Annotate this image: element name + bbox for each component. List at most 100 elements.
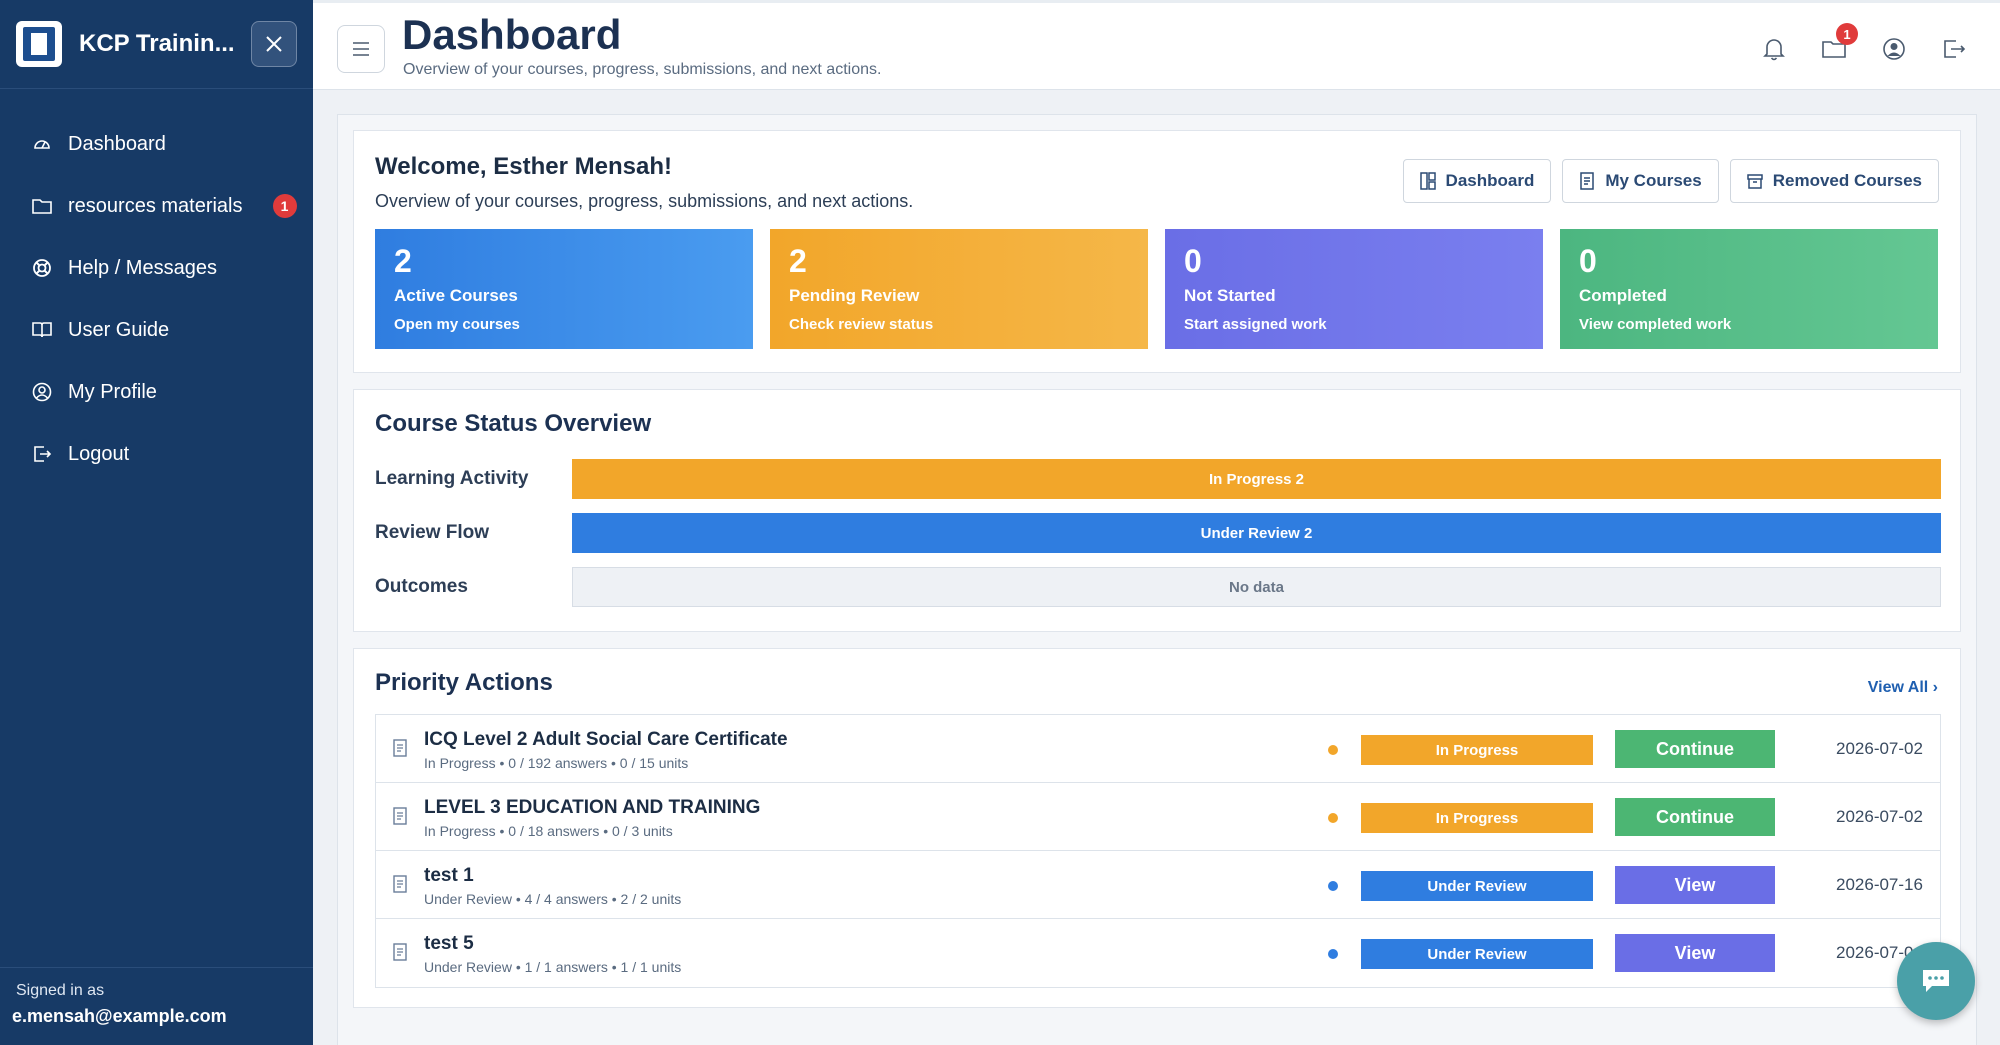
page-title: Dashboard xyxy=(402,11,622,58)
document-icon xyxy=(393,875,407,893)
status-dot xyxy=(1328,745,1338,755)
chat-button[interactable] xyxy=(1897,942,1975,1020)
sidebar-item-label: User Guide xyxy=(68,318,170,341)
course-meta: In Progress • 0 / 18 answers • 0 / 3 uni… xyxy=(424,823,673,839)
user-email: e.mensah@example.com xyxy=(12,1006,227,1026)
document-icon xyxy=(393,807,407,825)
course-meta: Under Review • 4 / 4 answers • 2 / 2 uni… xyxy=(424,891,682,907)
stat-cards: 2 Active Courses Open my courses 2 Pendi… xyxy=(375,229,1938,349)
stat-value: 2 xyxy=(789,243,807,279)
view-button[interactable]: View xyxy=(1615,934,1775,972)
sidebar-item-label: Dashboard xyxy=(68,132,166,155)
row-label: Review Flow xyxy=(375,522,490,543)
stat-link: Start assigned work xyxy=(1184,316,1327,333)
button-label: Dashboard xyxy=(1445,171,1535,190)
status-dot xyxy=(1328,813,1338,823)
status-bar: In Progress 2 xyxy=(572,459,1941,499)
profile-button[interactable] xyxy=(1878,31,1910,67)
status-bar: No data xyxy=(572,567,1941,607)
removed-courses-button[interactable]: Removed Courses xyxy=(1729,159,1939,203)
sidebar-item-user-guide[interactable]: User Guide xyxy=(0,299,313,361)
due-date: 2026-07-02 xyxy=(1836,739,1923,758)
course-status-card: Course Status Overview Learning Activity… xyxy=(353,389,1961,632)
stat-title: Not Started xyxy=(1184,286,1276,305)
stat-title: Completed xyxy=(1579,286,1667,305)
status-bar: Under Review 2 xyxy=(572,513,1941,553)
list-item: test 5 Under Review • 1 / 1 answers • 1 … xyxy=(376,919,1940,987)
chat-icon xyxy=(1923,970,1949,992)
course-title[interactable]: test 1 xyxy=(424,865,474,887)
course-title[interactable]: ICQ Level 2 Adult Social Care Certificat… xyxy=(424,729,788,751)
status-badge: In Progress xyxy=(1361,735,1593,765)
welcome-subtitle: Overview of your courses, progress, subm… xyxy=(375,191,914,211)
stat-value: 0 xyxy=(1184,243,1202,279)
stat-link: View completed work xyxy=(1579,316,1732,333)
stat-value: 2 xyxy=(394,243,412,279)
document-icon xyxy=(393,943,407,961)
course-meta: Under Review • 1 / 1 answers • 1 / 1 uni… xyxy=(424,959,682,975)
view-button[interactable]: View xyxy=(1615,866,1775,904)
stat-link: Open my courses xyxy=(394,316,520,333)
resources-button[interactable]: 1 xyxy=(1818,23,1858,67)
sidebar-item-label: My Profile xyxy=(68,380,157,403)
logout-button[interactable] xyxy=(1938,31,1970,67)
continue-button[interactable]: Continue xyxy=(1615,798,1775,836)
status-badge: Under Review xyxy=(1361,871,1593,901)
section-title: Course Status Overview xyxy=(375,410,652,437)
status-row-outcomes: Outcomes No data xyxy=(375,567,1941,607)
status-row-learning-activity: Learning Activity In Progress 2 xyxy=(375,459,1941,499)
course-title[interactable]: test 5 xyxy=(424,933,474,955)
notifications-button[interactable] xyxy=(1758,31,1790,67)
sidebar-item-my-profile[interactable]: My Profile xyxy=(0,361,313,423)
document-icon xyxy=(1580,172,1595,190)
welcome-title: Welcome, Esther Mensah! xyxy=(375,153,672,180)
row-label: Outcomes xyxy=(375,576,468,597)
brand-name[interactable]: KCP Trainin... xyxy=(79,30,239,58)
status-dot xyxy=(1328,881,1338,891)
layout-icon xyxy=(1419,172,1436,190)
page-subtitle: Overview of your courses, progress, subm… xyxy=(403,61,882,78)
signed-in-label: Signed in as xyxy=(16,982,105,999)
sidebar-item-logout[interactable]: Logout xyxy=(0,423,313,485)
stat-card-completed[interactable]: 0 Completed View completed work xyxy=(1560,229,1938,349)
book-icon xyxy=(32,320,52,340)
continue-button[interactable]: Continue xyxy=(1615,730,1775,768)
sidebar-item-label: Help / Messages xyxy=(68,256,217,279)
notification-badge: 1 xyxy=(1836,23,1858,45)
folder-icon xyxy=(32,196,52,216)
stat-link: Check review status xyxy=(789,316,934,333)
stat-card-pending-review[interactable]: 2 Pending Review Check review status xyxy=(770,229,1148,349)
button-label: Removed Courses xyxy=(1772,171,1922,190)
status-badge: In Progress xyxy=(1361,803,1593,833)
sidebar-item-label: resources materials xyxy=(68,194,243,217)
stat-card-active-courses[interactable]: 2 Active Courses Open my courses xyxy=(375,229,753,349)
document-icon xyxy=(393,739,407,757)
sidebar-item-resources[interactable]: resources materials 1 xyxy=(0,175,313,237)
course-title[interactable]: LEVEL 3 EDUCATION AND TRAINING xyxy=(424,797,760,819)
stat-card-not-started[interactable]: 0 Not Started Start assigned work xyxy=(1165,229,1543,349)
row-label: Learning Activity xyxy=(375,468,529,489)
stat-title: Pending Review xyxy=(789,286,920,305)
lifebuoy-icon xyxy=(32,258,52,278)
signed-in-info: Signed in as e.mensah@example.com xyxy=(0,967,313,1045)
sidebar-item-help[interactable]: Help / Messages xyxy=(0,237,313,299)
menu-toggle-button[interactable] xyxy=(337,25,385,73)
sidebar-close-button[interactable] xyxy=(251,21,297,67)
sidebar-item-dashboard[interactable]: Dashboard xyxy=(0,113,313,175)
user-circle-icon xyxy=(1883,38,1905,60)
archive-icon xyxy=(1746,174,1763,189)
my-courses-button[interactable]: My Courses xyxy=(1562,159,1719,203)
bell-icon xyxy=(1763,39,1785,61)
view-all-link[interactable]: View All › xyxy=(1868,679,1938,697)
status-dot xyxy=(1328,949,1338,959)
notification-badge: 1 xyxy=(272,194,297,218)
brand-logo[interactable] xyxy=(16,21,62,67)
dashboard-button[interactable]: Dashboard xyxy=(1402,159,1552,203)
course-meta: In Progress • 0 / 192 answers • 0 / 15 u… xyxy=(424,755,689,771)
status-row-review-flow: Review Flow Under Review 2 xyxy=(375,513,1941,553)
sidebar: KCP Trainin... Dashboard resources mater… xyxy=(0,0,313,1045)
logout-icon xyxy=(32,444,52,464)
sidebar-header: KCP Trainin... xyxy=(0,0,313,89)
hamburger-icon xyxy=(353,42,369,56)
priority-actions-card: Priority Actions View All › ICQ Level 2 … xyxy=(353,648,1961,1008)
